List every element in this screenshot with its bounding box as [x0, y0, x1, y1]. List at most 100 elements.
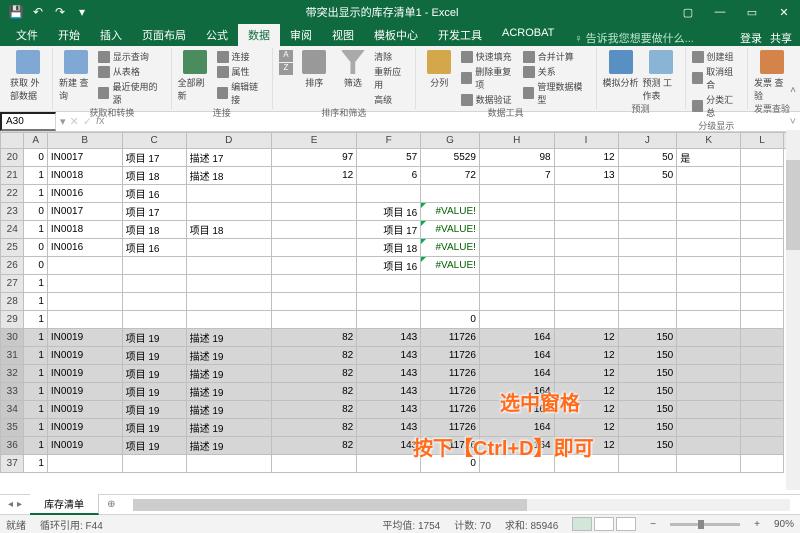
- cell[interactable]: [122, 311, 186, 329]
- row-header[interactable]: 37: [1, 455, 24, 473]
- cell[interactable]: [479, 275, 554, 293]
- cell[interactable]: 143: [357, 329, 421, 347]
- cell[interactable]: 143: [357, 401, 421, 419]
- cell[interactable]: [618, 275, 677, 293]
- sheet-tab[interactable]: 库存清单: [30, 494, 99, 515]
- cell[interactable]: 143: [357, 365, 421, 383]
- tell-me-search[interactable]: ♀ 告诉我您想要做什么...: [574, 30, 740, 46]
- row-header[interactable]: 30: [1, 329, 24, 347]
- qat-more-icon[interactable]: ▾: [72, 2, 92, 22]
- cell[interactable]: [618, 257, 677, 275]
- cell[interactable]: 164: [479, 419, 554, 437]
- cell[interactable]: 11726: [421, 383, 480, 401]
- cell[interactable]: [677, 365, 741, 383]
- redo-icon[interactable]: ↷: [50, 2, 70, 22]
- cell[interactable]: 12: [554, 401, 618, 419]
- cell[interactable]: 150: [618, 347, 677, 365]
- cell[interactable]: 12: [554, 329, 618, 347]
- cell[interactable]: 描述 19: [186, 365, 271, 383]
- cell[interactable]: [186, 455, 271, 473]
- cell[interactable]: [677, 185, 741, 203]
- cell[interactable]: [271, 203, 356, 221]
- advanced-button[interactable]: 高级: [374, 93, 409, 106]
- cell[interactable]: [554, 203, 618, 221]
- table-row[interactable]: 241IN0018项目 18项目 18项目 17#VALUE!: [1, 221, 800, 239]
- cell[interactable]: IN0016: [47, 185, 122, 203]
- cancel-fx-icon[interactable]: ✕: [70, 115, 79, 128]
- cell[interactable]: 描述 18: [186, 167, 271, 185]
- cell[interactable]: [271, 221, 356, 239]
- zoom-in-icon[interactable]: +: [754, 519, 760, 530]
- cell[interactable]: [479, 311, 554, 329]
- relationships-button[interactable]: 关系: [523, 65, 590, 78]
- table-row[interactable]: 200IN0017项目 17描述 1797575529981250是: [1, 149, 800, 167]
- row-header[interactable]: 24: [1, 221, 24, 239]
- cell[interactable]: 97: [271, 149, 356, 167]
- row-header[interactable]: 28: [1, 293, 24, 311]
- properties-button[interactable]: 属性: [217, 65, 266, 78]
- formula-bar[interactable]: [109, 120, 786, 124]
- cell[interactable]: [122, 455, 186, 473]
- cell[interactable]: 项目 18: [122, 167, 186, 185]
- cell[interactable]: #VALUE!: [421, 203, 480, 221]
- table-row[interactable]: 331IN0019项目 19描述 19821431172616412150: [1, 383, 800, 401]
- cell[interactable]: 6: [357, 167, 421, 185]
- cell[interactable]: 164: [479, 401, 554, 419]
- cell[interactable]: IN0019: [47, 437, 122, 455]
- zoom-slider[interactable]: [670, 523, 740, 526]
- cell[interactable]: [741, 311, 784, 329]
- cell[interactable]: 1: [24, 329, 47, 347]
- add-sheet-icon[interactable]: ⊕: [99, 499, 123, 510]
- tab-开始[interactable]: 开始: [48, 24, 90, 46]
- row-header[interactable]: 21: [1, 167, 24, 185]
- cell[interactable]: [479, 221, 554, 239]
- cell[interactable]: [271, 239, 356, 257]
- table-row[interactable]: 250IN0016项目 16项目 18#VALUE!: [1, 239, 800, 257]
- cell[interactable]: 82: [271, 401, 356, 419]
- sheet-nav-next-icon[interactable]: ▸: [17, 499, 22, 510]
- cell[interactable]: 项目 18: [186, 221, 271, 239]
- cell[interactable]: [122, 293, 186, 311]
- cell[interactable]: 150: [618, 437, 677, 455]
- cell[interactable]: 50: [618, 149, 677, 167]
- cell[interactable]: 150: [618, 365, 677, 383]
- group-button[interactable]: 创建组: [692, 50, 741, 63]
- cell[interactable]: [618, 221, 677, 239]
- cell[interactable]: 项目 18: [122, 221, 186, 239]
- row-header[interactable]: 25: [1, 239, 24, 257]
- cell[interactable]: IN0018: [47, 221, 122, 239]
- row-header[interactable]: 34: [1, 401, 24, 419]
- cell[interactable]: [554, 311, 618, 329]
- cell[interactable]: 5529: [421, 149, 480, 167]
- cell[interactable]: [554, 257, 618, 275]
- column-header-G[interactable]: G: [421, 133, 480, 149]
- cell[interactable]: [618, 311, 677, 329]
- row-header[interactable]: 32: [1, 365, 24, 383]
- cell[interactable]: 1: [24, 401, 47, 419]
- cell[interactable]: [186, 257, 271, 275]
- cell[interactable]: [357, 185, 421, 203]
- cell[interactable]: [741, 437, 784, 455]
- save-icon[interactable]: 💾: [6, 2, 26, 22]
- cell[interactable]: [677, 275, 741, 293]
- cell[interactable]: 164: [479, 329, 554, 347]
- cell[interactable]: IN0017: [47, 203, 122, 221]
- cell[interactable]: 项目 19: [122, 329, 186, 347]
- cell[interactable]: [47, 257, 122, 275]
- cell[interactable]: 是: [677, 149, 741, 167]
- cell[interactable]: [677, 239, 741, 257]
- tab-开发工具[interactable]: 开发工具: [428, 24, 492, 46]
- cell[interactable]: 1: [24, 167, 47, 185]
- tab-模板中心[interactable]: 模板中心: [364, 24, 428, 46]
- column-header-B[interactable]: B: [47, 133, 122, 149]
- cell[interactable]: [677, 383, 741, 401]
- cell[interactable]: 1: [24, 383, 47, 401]
- cell[interactable]: [677, 293, 741, 311]
- row-header[interactable]: 27: [1, 275, 24, 293]
- cell[interactable]: [479, 455, 554, 473]
- cell[interactable]: 82: [271, 347, 356, 365]
- cell[interactable]: [47, 455, 122, 473]
- remove-dup-button[interactable]: 删除重复项: [461, 65, 519, 91]
- cell[interactable]: [741, 149, 784, 167]
- cell[interactable]: 12: [554, 437, 618, 455]
